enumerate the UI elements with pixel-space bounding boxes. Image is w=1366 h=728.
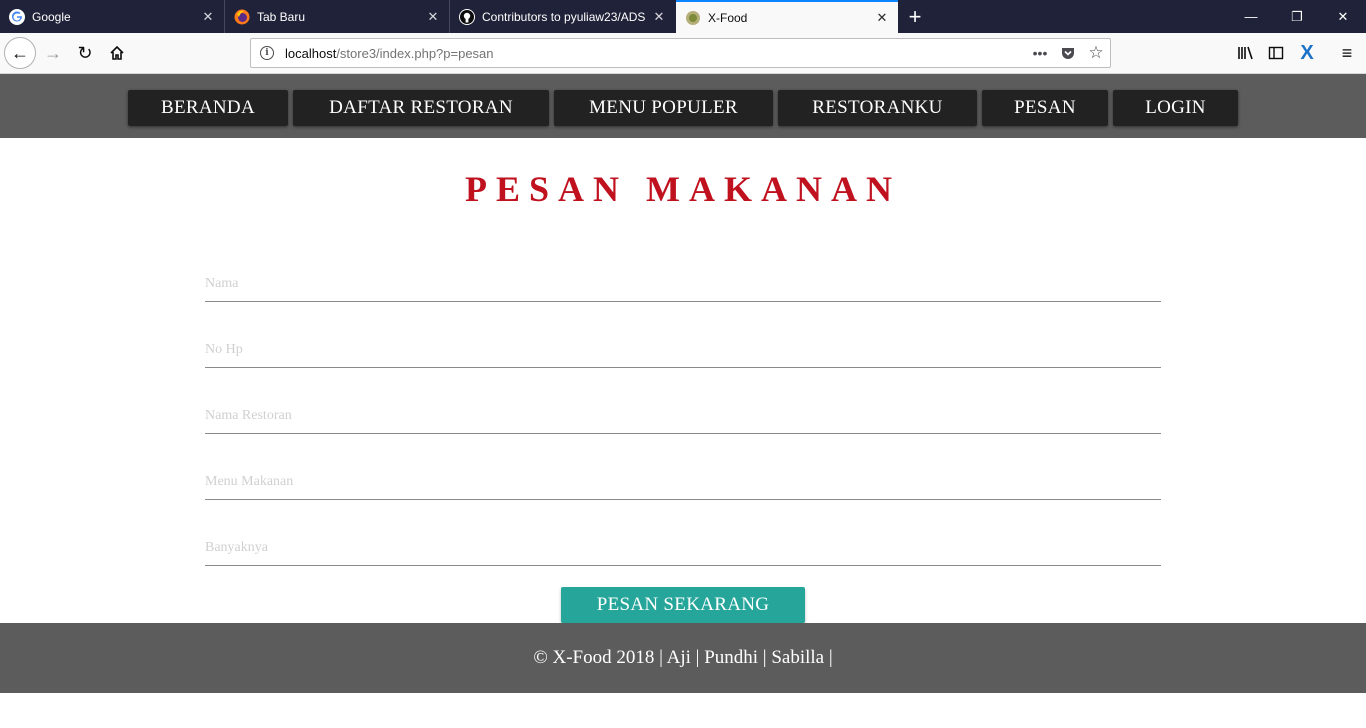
menu-makanan-field [205, 460, 1161, 500]
tab-tab-baru[interactable]: Tab Baru ✕ [225, 0, 450, 33]
nama-field [205, 262, 1161, 302]
tab-title: Tab Baru [257, 9, 306, 24]
banyaknya-field [205, 526, 1161, 566]
google-g-icon [9, 8, 25, 25]
menu-login[interactable]: LOGIN [1113, 90, 1238, 126]
page-actions-icon[interactable]: ••• [1026, 39, 1054, 67]
close-tab-icon[interactable]: ✕ [871, 7, 893, 29]
browser-nav-bar: ← → ↻ i localhost/store3/index.php?p=pes… [0, 33, 1366, 74]
github-icon [459, 8, 475, 25]
tab-title: Contributors to pyuliaw23/ADS [482, 9, 646, 24]
reload-icon[interactable]: ↻ [70, 38, 100, 68]
restore-window-icon[interactable]: ❐ [1274, 0, 1320, 33]
banyaknya-input[interactable] [205, 526, 1161, 564]
site-info-icon[interactable]: i [260, 46, 274, 60]
new-tab-plus-icon[interactable]: + [902, 4, 928, 30]
extension-x-icon[interactable]: X [1292, 38, 1322, 68]
url-text[interactable]: localhost/store3/index.php?p=pesan [285, 46, 1026, 61]
no-hp-field [205, 328, 1161, 368]
bookmark-star-icon[interactable]: ☆ [1082, 39, 1110, 67]
menu-pesan[interactable]: PESAN [982, 90, 1108, 126]
pesan-sekarang-button[interactable]: PESAN SEKARANG [561, 587, 805, 623]
hamburger-menu-icon[interactable]: ≡ [1332, 38, 1362, 68]
no-hp-input[interactable] [205, 328, 1161, 366]
tab-xfood[interactable]: X-Food ✕ [676, 0, 898, 33]
tab-github-contributors[interactable]: Contributors to pyuliaw23/ADS ✕ [450, 0, 675, 33]
nama-restoran-input[interactable] [205, 394, 1161, 432]
close-tab-icon[interactable]: ✕ [422, 6, 444, 28]
browser-tab-strip: Google ✕ Tab Baru ✕ Contributors to pyul… [0, 0, 1366, 33]
close-tab-icon[interactable]: ✕ [197, 6, 219, 28]
pocket-icon[interactable] [1054, 39, 1082, 67]
forward-arrow-icon[interactable]: → [38, 38, 68, 68]
library-icon[interactable] [1231, 38, 1261, 68]
menu-menu-populer[interactable]: MENU POPULER [554, 90, 773, 126]
menu-beranda[interactable]: BERANDA [128, 90, 288, 126]
minimize-window-icon[interactable]: — [1228, 0, 1274, 33]
nama-restoran-field [205, 394, 1161, 434]
firefox-icon [234, 9, 250, 25]
footer-text: © X-Food 2018 | Aji | Pundhi | Sabilla | [533, 647, 833, 668]
tab-title: Google [32, 9, 71, 24]
tab-google[interactable]: Google ✕ [0, 0, 225, 33]
address-bar[interactable]: i localhost/store3/index.php?p=pesan •••… [250, 38, 1111, 68]
close-window-icon[interactable]: ✕ [1320, 0, 1366, 33]
nama-input[interactable] [205, 262, 1161, 300]
home-icon[interactable] [102, 38, 132, 68]
back-arrow-icon[interactable]: ← [4, 37, 36, 69]
site-footer: © X-Food 2018 | Aji | Pundhi | Sabilla | [0, 623, 1366, 693]
tab-title: X-Food [708, 10, 748, 25]
menu-restoranku[interactable]: RESTORANKU [778, 90, 977, 126]
sidebar-icon[interactable] [1261, 38, 1291, 68]
xfood-favicon [685, 10, 701, 26]
page-title: PESAN MAKANAN [465, 169, 901, 209]
menu-daftar-restoran[interactable]: DAFTAR RESTORAN [293, 90, 549, 126]
site-header: BERANDA DAFTAR RESTORAN MENU POPULER RES… [0, 74, 1366, 138]
close-tab-icon[interactable]: ✕ [648, 6, 670, 28]
menu-makanan-input[interactable] [205, 460, 1161, 498]
